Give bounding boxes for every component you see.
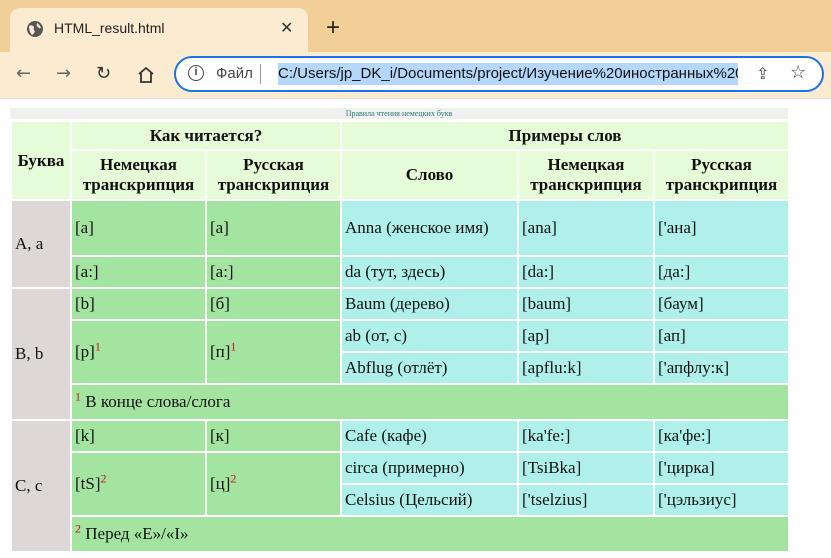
example-russian-transcription: ['цэльзиус] <box>653 483 790 517</box>
back-icon[interactable]: ← <box>16 63 31 84</box>
close-tab-icon[interactable]: ✕ <box>280 18 293 38</box>
example-word: circa (примерно) <box>340 451 519 485</box>
example-russian-transcription: [ап] <box>653 319 790 353</box>
example-russian-transcription: ['апфлу:к] <box>653 351 790 385</box>
reload-icon[interactable]: ↻ <box>96 63 111 84</box>
footnote-ref: 2 <box>230 471 237 486</box>
german-transcription: [tS]2 <box>70 451 207 517</box>
transcription-text: [tS] <box>75 474 101 493</box>
footnote-text: Перед «E»/«I» <box>85 524 189 543</box>
globe-icon <box>27 21 43 37</box>
transcription-text: [п] <box>210 342 231 361</box>
address-bar[interactable]: i Файл C:/Users/jp_DK_i/Documents/projec… <box>174 56 824 92</box>
german-transcription: [p]1 <box>70 319 207 385</box>
url-text[interactable]: C:/Users/jp_DK_i/Documents/project/Изуче… <box>278 63 738 85</box>
example-german-transcription: [ap] <box>517 319 655 353</box>
scheme-label: Файл <box>216 65 253 82</box>
russian-transcription: [п]1 <box>205 319 342 385</box>
example-german-transcription: [ana] <box>517 199 655 257</box>
forward-icon[interactable]: → <box>56 63 71 84</box>
letter-cell: А, а <box>10 199 72 289</box>
footnote-mark: 1 <box>75 389 81 404</box>
transcription-text: [p] <box>75 342 95 361</box>
reading-rules-table: Буква Как читается? Примеры слов Немецка… <box>10 120 790 553</box>
footnote-ref: 2 <box>100 471 107 486</box>
divider <box>0 98 831 99</box>
example-russian-transcription: [да:] <box>653 255 790 289</box>
footnote-text: В конце слова/слога <box>85 392 231 411</box>
russian-transcription: [a] <box>205 199 342 257</box>
footnote-mark: 2 <box>75 521 81 536</box>
footnote-row: 1 В конце слова/слога <box>70 383 790 421</box>
header-how-read: Как читается? <box>70 120 342 151</box>
header-examples: Примеры слов <box>340 120 790 151</box>
share-icon[interactable]: ⇪ <box>756 64 769 83</box>
new-tab-button[interactable]: + <box>326 16 340 40</box>
example-german-transcription: [da:] <box>517 255 655 289</box>
example-russian-transcription: [баум] <box>653 287 790 321</box>
example-german-transcription: [apflu:k] <box>517 351 655 385</box>
example-russian-transcription: ['цирка] <box>653 451 790 485</box>
russian-transcription: [б] <box>205 287 342 321</box>
divider <box>260 64 261 84</box>
home-icon[interactable] <box>136 65 156 85</box>
example-russian-transcription: ['ана] <box>653 199 790 257</box>
example-word: ab (от, с) <box>340 319 519 353</box>
tab-title: HTML_result.html <box>54 20 165 36</box>
example-russian-transcription: [ка'фе:] <box>653 419 790 453</box>
example-word: Celsius (Цельсий) <box>340 483 519 517</box>
header-german-transcription: Немецкая транскрипция <box>70 149 207 201</box>
example-word: Baum (дерево) <box>340 287 519 321</box>
example-german-transcription: [TsiBka] <box>517 451 655 485</box>
russian-transcription: [к] <box>205 419 342 453</box>
header-letter: Буква <box>10 120 72 201</box>
footnote-ref: 1 <box>230 339 237 354</box>
example-word: Cafe (кафе) <box>340 419 519 453</box>
example-german-transcription: [baum] <box>517 287 655 321</box>
header-russian-transcription: Русская транскрипция <box>205 149 342 201</box>
table-caption: Правила чтения немецких букв <box>10 108 788 119</box>
header-german-transcription-example: Немецкая транскрипция <box>517 149 655 201</box>
example-word: Abflug (отлёт) <box>340 351 519 385</box>
example-word: da (тут, здесь) <box>340 255 519 289</box>
header-word: Слово <box>340 149 519 201</box>
site-info-icon[interactable]: i <box>188 65 204 81</box>
russian-transcription: [ц]2 <box>205 451 342 517</box>
active-tab[interactable]: HTML_result.html ✕ <box>10 8 308 52</box>
german-transcription: [b] <box>70 287 207 321</box>
german-transcription: [k] <box>70 419 207 453</box>
bookmark-star-icon[interactable]: ☆ <box>790 62 806 83</box>
german-transcription: [a] <box>70 199 207 257</box>
russian-transcription: [a:] <box>205 255 342 289</box>
german-transcription: [a:] <box>70 255 207 289</box>
footnote-ref: 1 <box>94 339 101 354</box>
example-german-transcription: ['tselzius] <box>517 483 655 517</box>
letter-cell: B, b <box>10 287 72 421</box>
transcription-text: [ц] <box>210 474 231 493</box>
letter-cell: C, c <box>10 419 72 553</box>
footnote-row: 2 Перед «E»/«I» <box>70 515 790 553</box>
header-russian-transcription-example: Русская транскрипция <box>653 149 790 201</box>
example-word: Anna (женское имя) <box>340 199 519 257</box>
example-german-transcription: [ka'fe:] <box>517 419 655 453</box>
